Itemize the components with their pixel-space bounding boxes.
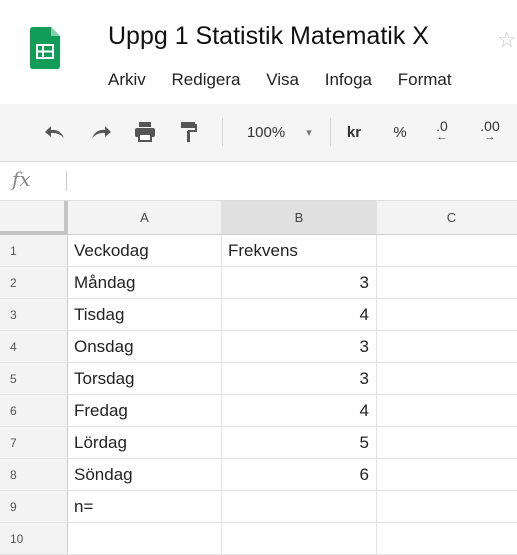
cell-c[interactable] [377, 523, 517, 555]
menu-visa[interactable]: Visa [266, 70, 299, 89]
cell-b[interactable]: 4 [222, 395, 377, 427]
zoom-dropdown-icon[interactable]: ▾ [300, 120, 318, 144]
select-all-corner[interactable] [0, 201, 68, 235]
table-row: 10 [0, 523, 517, 555]
percent-format-button[interactable]: % [388, 120, 412, 144]
cell-a[interactable] [68, 523, 222, 555]
cell-c[interactable] [377, 235, 517, 267]
document-title[interactable]: Uppg 1 Statistik Matematik X [108, 22, 429, 51]
menu-arkiv[interactable]: Arkiv [108, 70, 146, 89]
menu-infoga[interactable]: Infoga [325, 70, 372, 89]
print-icon[interactable] [130, 120, 160, 144]
menu-bar: Arkiv Redigera Visa Infoga Format [108, 70, 473, 92]
row-header[interactable]: 10 [0, 523, 68, 555]
formula-divider [66, 171, 67, 191]
cell-a[interactable]: Måndag [68, 267, 222, 299]
zoom-select[interactable]: 100% [238, 120, 294, 144]
arrow-left-icon: ← [436, 131, 448, 143]
cell-c[interactable] [377, 427, 517, 459]
formula-bar[interactable]: fx [0, 162, 517, 201]
paint-format-icon[interactable] [174, 120, 204, 144]
cell-c[interactable] [377, 363, 517, 395]
cell-a[interactable]: Fredag [68, 395, 222, 427]
toolbar: 100% ▾ kr % .0 ← .00 → [0, 104, 517, 162]
cell-a[interactable]: Tisdag [68, 299, 222, 331]
cell-c[interactable] [377, 331, 517, 363]
row-header[interactable]: 5 [0, 363, 68, 395]
sheets-logo-icon[interactable] [30, 27, 60, 69]
cell-c[interactable] [377, 299, 517, 331]
cell-b[interactable]: 3 [222, 331, 377, 363]
cell-a[interactable]: Veckodag [68, 235, 222, 267]
table-row: 6 Fredag 4 [0, 395, 517, 427]
menu-format[interactable]: Format [398, 70, 452, 89]
decrease-decimal-button[interactable]: .0 ← [428, 119, 456, 144]
cell-a[interactable]: n= [68, 491, 222, 523]
star-icon[interactable]: ☆ [497, 27, 517, 53]
cell-a[interactable]: Onsdag [68, 331, 222, 363]
cell-c[interactable] [377, 267, 517, 299]
title-bar: Uppg 1 Statistik Matematik X ☆ Arkiv Red… [0, 0, 517, 105]
increase-decimal-button[interactable]: .00 → [474, 119, 506, 144]
row-header[interactable]: 8 [0, 459, 68, 491]
row-header[interactable]: 4 [0, 331, 68, 363]
cell-a[interactable]: Lördag [68, 427, 222, 459]
table-row: 7 Lördag 5 [0, 427, 517, 459]
fx-icon: fx [12, 167, 31, 191]
row-header[interactable]: 1 [0, 235, 68, 267]
cell-c[interactable] [377, 395, 517, 427]
cell-b[interactable]: 3 [222, 363, 377, 395]
arrow-right-icon: → [484, 131, 496, 143]
row-header[interactable]: 7 [0, 427, 68, 459]
cell-a[interactable]: Torsdag [68, 363, 222, 395]
table-row: 9 n= [0, 491, 517, 523]
currency-format-button[interactable]: kr [342, 120, 366, 144]
column-header-b[interactable]: B [222, 201, 377, 235]
menu-redigera[interactable]: Redigera [172, 70, 241, 89]
row-header[interactable]: 6 [0, 395, 68, 427]
table-row: 2 Måndag 3 [0, 267, 517, 299]
row-header[interactable]: 9 [0, 491, 68, 523]
cell-b[interactable] [222, 491, 377, 523]
undo-icon[interactable] [40, 120, 70, 144]
table-row: 1 Veckodag Frekvens [0, 235, 517, 267]
toolbar-divider [222, 118, 223, 146]
cell-b[interactable]: 6 [222, 459, 377, 491]
table-row: 3 Tisdag 4 [0, 299, 517, 331]
cell-b[interactable]: Frekvens [222, 235, 377, 267]
cell-c[interactable] [377, 459, 517, 491]
column-header-a[interactable]: A [68, 201, 222, 235]
cell-c[interactable] [377, 491, 517, 523]
cell-a[interactable]: Söndag [68, 459, 222, 491]
table-row: 8 Söndag 6 [0, 459, 517, 491]
cell-b[interactable]: 3 [222, 267, 377, 299]
cell-b[interactable] [222, 523, 377, 555]
row-header[interactable]: 2 [0, 267, 68, 299]
cell-b[interactable]: 5 [222, 427, 377, 459]
redo-icon[interactable] [86, 120, 116, 144]
cell-b[interactable]: 4 [222, 299, 377, 331]
toolbar-divider [330, 118, 331, 146]
column-header-c[interactable]: C [377, 201, 517, 235]
column-header-row: A B C [0, 201, 517, 235]
table-row: 4 Onsdag 3 [0, 331, 517, 363]
row-header[interactable]: 3 [0, 299, 68, 331]
table-row: 5 Torsdag 3 [0, 363, 517, 395]
